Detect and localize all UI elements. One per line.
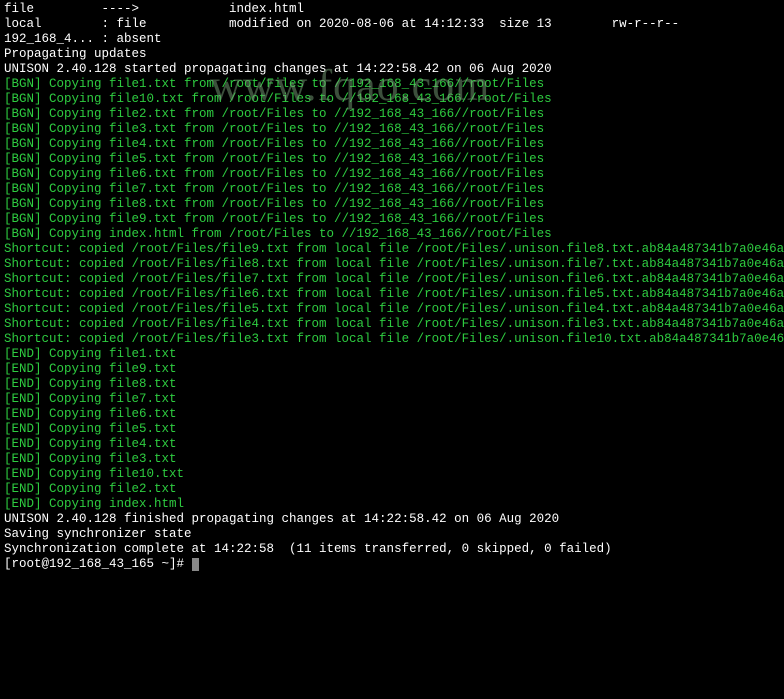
bgn-line: [BGN] Copying file5.txt from /root/Files… bbox=[4, 152, 780, 167]
end-line: [END] Copying file8.txt bbox=[4, 377, 780, 392]
end-line: [END] Copying file6.txt bbox=[4, 407, 780, 422]
header-line: 192_168_4... : absent bbox=[4, 32, 780, 47]
bgn-line: [BGN] Copying file10.txt from /root/File… bbox=[4, 92, 780, 107]
terminal-output: file ----> index.html local : file modif… bbox=[4, 2, 780, 572]
shell-prompt: [root@192_168_43_165 ~]# bbox=[4, 557, 192, 571]
bgn-line: [BGN] Copying file4.txt from /root/Files… bbox=[4, 137, 780, 152]
header-line: local : file modified on 2020-08-06 at 1… bbox=[4, 17, 780, 32]
footer-line: Synchronization complete at 14:22:58 (11… bbox=[4, 542, 780, 557]
end-line: [END] Copying file7.txt bbox=[4, 392, 780, 407]
header-line: UNISON 2.40.128 started propagating chan… bbox=[4, 62, 780, 77]
shortcut-line: Shortcut: copied /root/Files/file7.txt f… bbox=[4, 272, 780, 287]
shell-prompt-line[interactable]: [root@192_168_43_165 ~]# bbox=[4, 557, 780, 572]
cursor-icon bbox=[192, 558, 199, 571]
end-line: [END] Copying file1.txt bbox=[4, 347, 780, 362]
end-line: [END] Copying file9.txt bbox=[4, 362, 780, 377]
end-line: [END] Copying file4.txt bbox=[4, 437, 780, 452]
bgn-line: [BGN] Copying file3.txt from /root/Files… bbox=[4, 122, 780, 137]
footer-line: Saving synchronizer state bbox=[4, 527, 780, 542]
shortcut-line: Shortcut: copied /root/Files/file4.txt f… bbox=[4, 317, 780, 332]
end-line: [END] Copying index.html bbox=[4, 497, 780, 512]
bgn-line: [BGN] Copying file9.txt from /root/Files… bbox=[4, 212, 780, 227]
shortcut-line: Shortcut: copied /root/Files/file6.txt f… bbox=[4, 287, 780, 302]
bgn-line: [BGN] Copying file7.txt from /root/Files… bbox=[4, 182, 780, 197]
end-line: [END] Copying file2.txt bbox=[4, 482, 780, 497]
end-line: [END] Copying file3.txt bbox=[4, 452, 780, 467]
bgn-line: [BGN] Copying file8.txt from /root/Files… bbox=[4, 197, 780, 212]
end-line: [END] Copying file5.txt bbox=[4, 422, 780, 437]
footer-line: UNISON 2.40.128 finished propagating cha… bbox=[4, 512, 780, 527]
end-line: [END] Copying file10.txt bbox=[4, 467, 780, 482]
bgn-line: [BGN] Copying file1.txt from /root/Files… bbox=[4, 77, 780, 92]
shortcut-line: Shortcut: copied /root/Files/file8.txt f… bbox=[4, 257, 780, 272]
shortcut-line: Shortcut: copied /root/Files/file9.txt f… bbox=[4, 242, 780, 257]
header-line: Propagating updates bbox=[4, 47, 780, 62]
shortcut-line: Shortcut: copied /root/Files/file5.txt f… bbox=[4, 302, 780, 317]
bgn-line: [BGN] Copying file2.txt from /root/Files… bbox=[4, 107, 780, 122]
shortcut-line: Shortcut: copied /root/Files/file3.txt f… bbox=[4, 332, 780, 347]
header-line: file ----> index.html bbox=[4, 2, 780, 17]
bgn-line: [BGN] Copying index.html from /root/File… bbox=[4, 227, 780, 242]
bgn-line: [BGN] Copying file6.txt from /root/Files… bbox=[4, 167, 780, 182]
